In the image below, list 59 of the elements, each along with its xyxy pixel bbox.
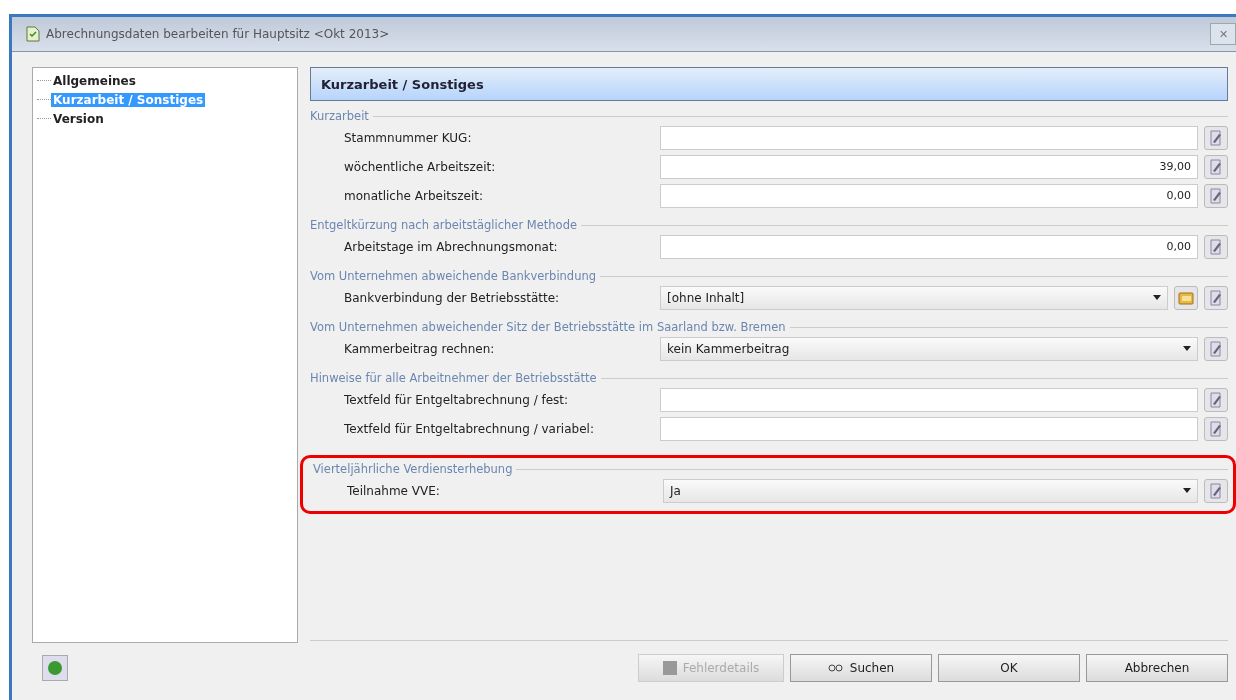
note-pencil-icon bbox=[1208, 186, 1224, 205]
edit-note-button[interactable] bbox=[1204, 336, 1228, 361]
edit-note-button[interactable] bbox=[1204, 125, 1228, 150]
note-pencil-icon bbox=[1208, 390, 1224, 409]
input-field[interactable] bbox=[660, 416, 1198, 441]
details-icon bbox=[662, 661, 677, 675]
caret-icon bbox=[1183, 346, 1191, 351]
field-label: monatliche Arbeitszeit: bbox=[343, 188, 484, 203]
edit-note-button[interactable] bbox=[1204, 285, 1228, 310]
close-button[interactable]: ✕ bbox=[1210, 23, 1236, 45]
dropdown[interactable]: [ohne Inhalt] bbox=[660, 285, 1168, 310]
input-field[interactable]: 39,00 bbox=[660, 154, 1198, 179]
binoculars-icon bbox=[827, 663, 844, 673]
field-label: Arbeitstage im Abrechnungsmonat: bbox=[343, 239, 559, 254]
status-dot-icon bbox=[48, 661, 62, 675]
dropdown[interactable]: Ja bbox=[663, 478, 1198, 503]
search-button[interactable]: Suchen bbox=[790, 654, 932, 682]
note-pencil-icon bbox=[1208, 339, 1224, 358]
field-label: Bankverbindung der Betriebsstätte: bbox=[343, 290, 561, 305]
dialog-button[interactable]: Abbrechen bbox=[1086, 654, 1228, 682]
input-field[interactable]: 0,00 bbox=[660, 234, 1198, 259]
folder-icon bbox=[1178, 289, 1194, 306]
section-title: Vierteljährliche Verdiensterhebung bbox=[313, 462, 513, 476]
caret-icon bbox=[1153, 295, 1161, 300]
field-label: wöchentliche Arbeitszeit: bbox=[343, 159, 497, 174]
note-pencil-icon bbox=[1208, 237, 1224, 256]
tree-item[interactable]: Version bbox=[51, 111, 106, 126]
edit-note-button[interactable] bbox=[1204, 416, 1228, 441]
note-pencil-icon bbox=[1208, 288, 1224, 307]
dialog-button[interactable]: OK bbox=[938, 654, 1080, 682]
section-title: Hinweise für alle Arbeitnehmer der Betriebsstätte bbox=[310, 371, 597, 385]
input-field[interactable]: 0,00 bbox=[660, 183, 1198, 208]
input-field[interactable] bbox=[660, 387, 1198, 412]
section-title: Vom Unternehmen abweichender Sitz der Betriebsstätte im Saarland bzw. Bremen bbox=[310, 320, 786, 334]
dropdown[interactable]: kein Kammerbeitrag bbox=[660, 336, 1198, 361]
section-title: Kurzarbeit bbox=[310, 109, 369, 123]
panel-title: Kurzarbeit / Sonstiges bbox=[321, 76, 484, 92]
field-label: Textfeld für Entgeltabrechnung / fest: bbox=[343, 392, 570, 407]
note-pencil-icon bbox=[1208, 481, 1224, 500]
window-title: Abrechnungsdaten bearbeiten für Hauptsitz <Okt 2013> bbox=[46, 27, 391, 41]
field-label: Textfeld für Entgeltabrechnung / variabel: bbox=[343, 421, 595, 436]
field-label: Kammerbeitrag rechnen: bbox=[343, 341, 496, 356]
section-title: Vom Unternehmen abweichende Bankverbindung bbox=[310, 269, 597, 283]
edit-note-button[interactable] bbox=[1204, 154, 1228, 179]
note-pencil-icon bbox=[1208, 128, 1224, 147]
field-label: Stammnummer KUG: bbox=[343, 130, 473, 145]
edit-note-button[interactable] bbox=[1204, 478, 1228, 503]
input-field[interactable] bbox=[660, 125, 1198, 150]
note-pencil-icon bbox=[1208, 157, 1224, 176]
folder-button[interactable] bbox=[1174, 285, 1198, 310]
edit-note-button[interactable] bbox=[1204, 234, 1228, 259]
caret-icon bbox=[1183, 488, 1191, 493]
note-pencil-icon bbox=[1208, 419, 1224, 438]
section-title: Entgeltkürzung nach arbeitstäglicher Methode bbox=[310, 218, 577, 232]
edit-note-button[interactable] bbox=[1204, 387, 1228, 412]
document-icon bbox=[26, 26, 40, 42]
field-label: Teilnahme VVE: bbox=[346, 483, 441, 498]
edit-note-button[interactable] bbox=[1204, 183, 1228, 208]
tree-item[interactable]: Allgemeines bbox=[51, 73, 138, 88]
